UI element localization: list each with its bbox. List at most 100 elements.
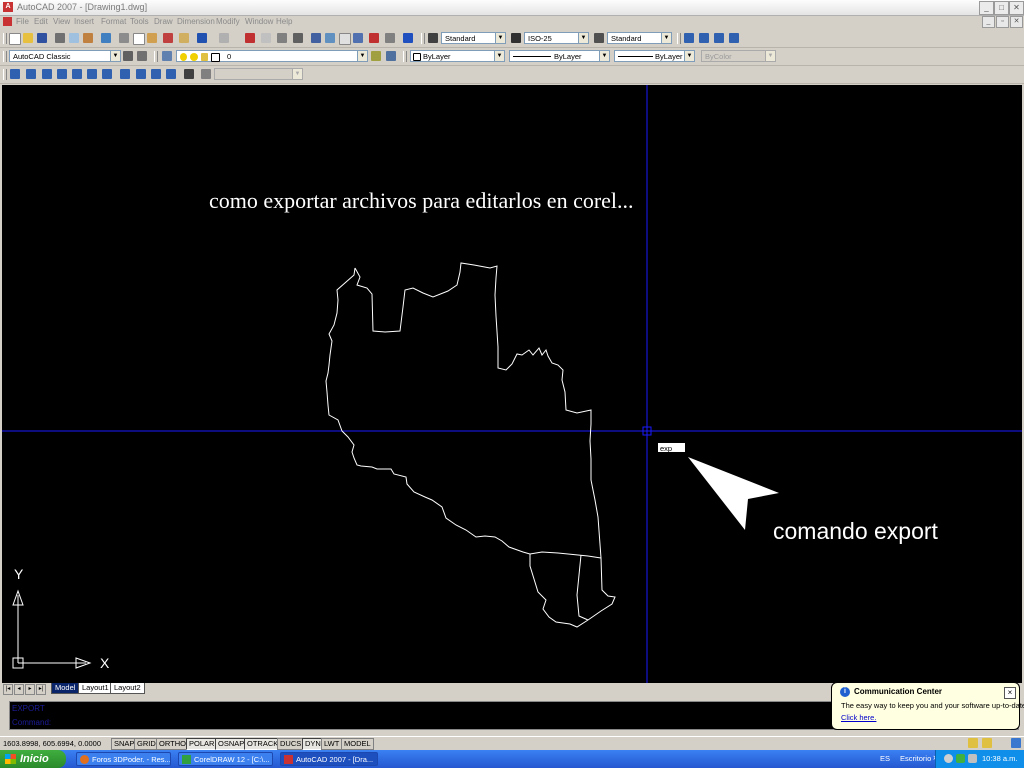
toolbar-grip[interactable]	[403, 51, 407, 62]
open-icon[interactable]	[23, 33, 33, 43]
table-style-icon[interactable]	[594, 33, 604, 43]
new-icon[interactable]	[9, 33, 21, 45]
tab-model[interactable]: Model	[51, 683, 80, 694]
pan-icon[interactable]	[245, 33, 255, 43]
toolbar-grip[interactable]	[3, 69, 7, 80]
plot-preview-icon[interactable]	[69, 33, 79, 43]
layer-freeze-icon[interactable]	[190, 53, 198, 61]
make-object-layer-current-icon[interactable]	[371, 51, 381, 61]
chevron-down-icon[interactable]: ▼	[684, 50, 695, 62]
osnap-toggle[interactable]: OSNAP	[215, 738, 248, 750]
toolbar-grip[interactable]	[677, 33, 681, 44]
chevron-down-icon[interactable]: ▼	[357, 50, 368, 62]
menu-view[interactable]: View	[53, 17, 70, 26]
balloon-link[interactable]: Click here.	[841, 713, 876, 722]
ducs-toggle[interactable]: DUCS	[277, 738, 305, 750]
drawing-canvas[interactable]: como exportar archivos para editarlos en…	[2, 85, 1022, 683]
lock-icon[interactable]	[982, 738, 992, 748]
dimension-style-icon[interactable]	[511, 33, 521, 43]
chevron-down-icon[interactable]: ▼	[110, 50, 121, 62]
ortho-toggle[interactable]: ORTHO	[156, 738, 189, 750]
menu-window[interactable]: Window	[245, 17, 273, 26]
visual-style-icon[interactable]	[136, 69, 146, 79]
workspace-select[interactable]: AutoCAD Classic	[9, 50, 112, 62]
tool-palettes-icon[interactable]	[339, 33, 351, 45]
calculator-icon[interactable]	[385, 33, 395, 43]
next-tab-button[interactable]: ▸	[25, 684, 35, 695]
text-style-icon[interactable]	[428, 33, 438, 43]
menu-file[interactable]: File	[16, 17, 29, 26]
chevron-down-icon[interactable]: ▼	[494, 50, 505, 62]
orbit-icon[interactable]	[201, 69, 211, 79]
dynamic-input-field[interactable]: exp	[657, 442, 686, 453]
menu-edit[interactable]: Edit	[34, 17, 48, 26]
viewport-icon[interactable]	[684, 33, 694, 43]
visual-style-icon[interactable]	[120, 69, 130, 79]
block-editor-icon[interactable]	[179, 33, 189, 43]
layer-color-icon[interactable]	[211, 53, 220, 62]
help-icon[interactable]	[403, 33, 413, 43]
clock[interactable]: 10:38 a.m.	[982, 754, 1017, 763]
zoom-previous-icon[interactable]	[293, 33, 303, 43]
maximize-button[interactable]: □	[994, 1, 1009, 15]
chevron-down-icon[interactable]: ▼	[661, 32, 672, 44]
task-coreldraw[interactable]: CorelDRAW 12 - [C:\...	[178, 752, 273, 766]
viewport-icon[interactable]	[729, 33, 739, 43]
text-style-select[interactable]: Standard	[441, 32, 497, 44]
layer-on-icon[interactable]	[180, 53, 187, 61]
task-firefox[interactable]: Foros 3DPoder. - Res...	[76, 752, 171, 766]
redo-icon[interactable]	[219, 33, 229, 43]
otrack-toggle[interactable]: OTRACK	[244, 738, 282, 750]
menu-tools[interactable]: Tools	[130, 17, 149, 26]
document-minimize-button[interactable]: _	[982, 16, 995, 28]
chevron-down-icon[interactable]: ▼	[495, 32, 506, 44]
menu-dimension[interactable]: Dimension	[177, 17, 215, 26]
document-icon[interactable]	[3, 17, 12, 26]
start-button[interactable]: Inicio	[0, 750, 66, 768]
3d-dwf-icon[interactable]	[101, 33, 111, 43]
viewport-icon[interactable]	[699, 33, 709, 43]
3d-view-icon[interactable]	[87, 69, 97, 79]
clean-screen-icon[interactable]	[1011, 738, 1021, 748]
network-icon[interactable]	[968, 754, 977, 763]
camera-icon[interactable]	[184, 69, 194, 79]
zoom-realtime-icon[interactable]	[261, 33, 271, 43]
autocad-app-icon[interactable]: A	[3, 2, 13, 12]
markup-icon[interactable]	[369, 33, 379, 43]
close-button[interactable]: ✕	[1009, 1, 1024, 15]
messenger-icon[interactable]	[956, 754, 965, 763]
print-icon[interactable]	[55, 33, 65, 43]
polar-toggle[interactable]: POLAR	[186, 738, 218, 750]
toolbar-grip[interactable]	[3, 33, 7, 44]
3d-view-icon[interactable]	[72, 69, 82, 79]
3d-view-icon[interactable]	[26, 69, 36, 79]
undo-icon[interactable]	[197, 33, 207, 43]
document-restore-button[interactable]: ▫	[996, 16, 1009, 28]
document-close-button[interactable]: ✕	[1010, 16, 1023, 28]
3d-view-icon[interactable]	[10, 69, 20, 79]
layer-lock-icon[interactable]	[201, 53, 208, 61]
last-tab-button[interactable]: ▸|	[36, 684, 46, 695]
properties-icon[interactable]	[311, 33, 321, 43]
zoom-window-icon[interactable]	[277, 33, 287, 43]
lwt-toggle[interactable]: LWT	[321, 738, 343, 750]
table-style-select[interactable]: Standard	[607, 32, 663, 44]
my-workspace-icon[interactable]	[137, 51, 147, 61]
language-indicator[interactable]: ES	[880, 754, 890, 763]
publish-icon[interactable]	[83, 33, 93, 43]
copy-icon[interactable]	[133, 33, 145, 45]
communication-center-icon[interactable]	[968, 738, 978, 748]
menu-draw[interactable]: Draw	[154, 17, 173, 26]
close-icon[interactable]: ×	[1004, 687, 1016, 699]
layer-previous-icon[interactable]	[386, 51, 396, 61]
3d-view-icon[interactable]	[57, 69, 67, 79]
workspace-settings-icon[interactable]	[123, 51, 133, 61]
model-toggle[interactable]: MODEL	[341, 738, 374, 750]
command-prompt[interactable]: Command:	[12, 718, 51, 727]
menu-help[interactable]: Help	[276, 17, 292, 26]
tab-layout2[interactable]: Layout2	[110, 683, 145, 694]
sheet-set-icon[interactable]	[353, 33, 363, 43]
coordinate-display[interactable]: 1603.8998, 605.6994, 0.0000	[3, 739, 101, 748]
toolbar-grip[interactable]	[421, 33, 425, 44]
first-tab-button[interactable]: |◂	[3, 684, 13, 695]
